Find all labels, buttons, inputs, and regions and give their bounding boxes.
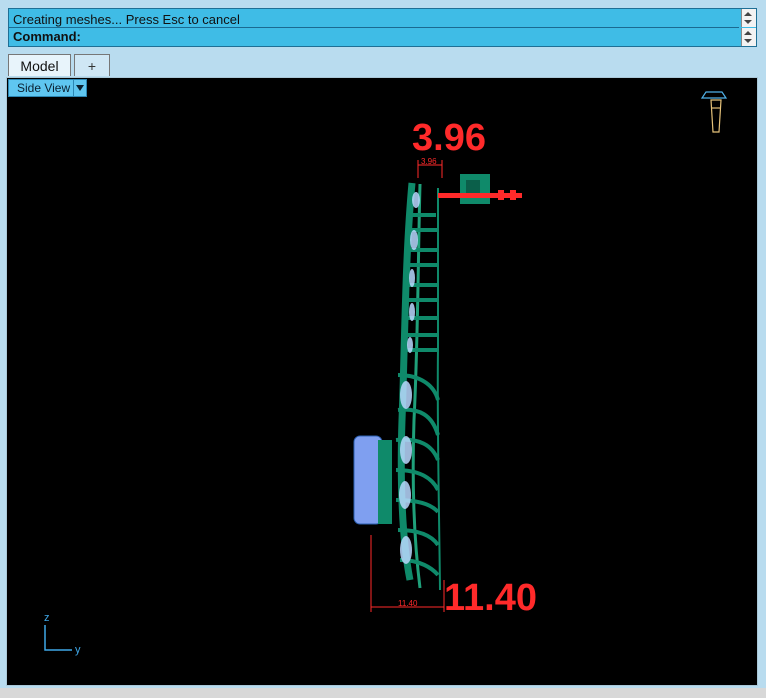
camera-icon[interactable]: [700, 91, 728, 133]
axis-y-label: y: [75, 644, 81, 656]
chevron-down-icon[interactable]: [73, 80, 86, 96]
dimension-top-label: 3.96: [412, 117, 486, 159]
scene-canvas: 3.96 3.96 11.40 11.40 z y: [44, 91, 728, 656]
viewport-title: Side View: [17, 81, 71, 95]
axis-indicator: z y: [44, 612, 81, 656]
viewport-title-button[interactable]: Side View: [8, 79, 87, 97]
jewelry-model: [353, 174, 522, 591]
status-bar: [0, 688, 766, 698]
dimension-top-small: 3.96: [421, 157, 437, 166]
axis-z-label: z: [44, 612, 50, 624]
dimension-bottom-small: 11.40: [398, 599, 418, 608]
dimension-bottom-label: 11.40: [444, 577, 537, 619]
